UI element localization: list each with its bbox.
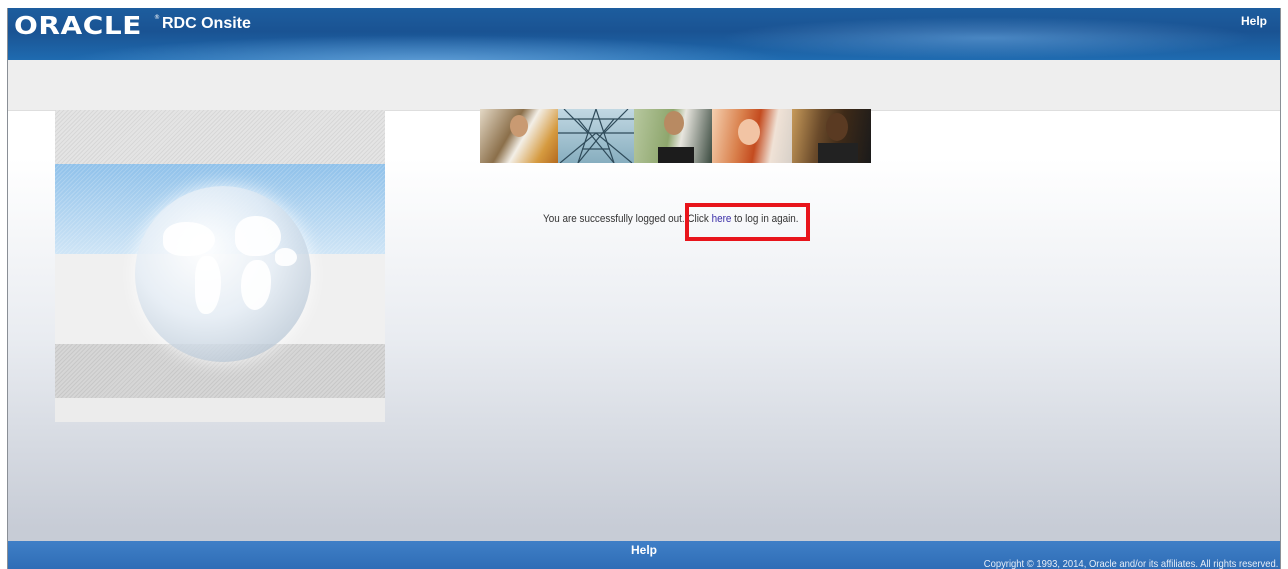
globe-panel	[55, 110, 385, 422]
photo-man-at-computer	[634, 109, 712, 163]
photo-man-suit	[792, 109, 871, 163]
photo-strip	[480, 109, 871, 163]
product-name: RDC Onsite	[162, 15, 251, 32]
photo-businessman	[480, 109, 558, 163]
header-bar: ORACLE ® RDC Onsite Help	[8, 8, 1280, 60]
photo-transmission-tower	[558, 109, 634, 163]
copyright-notice: Copyright © 1993, 2014, Oracle and/or it…	[983, 558, 1278, 569]
header-help-link[interactable]: Help	[1241, 14, 1267, 28]
footer-bar: Help Copyright © 1993, 2014, Oracle and/…	[8, 541, 1280, 569]
photo-woman-headset	[712, 109, 792, 163]
globe-graphic-icon	[135, 186, 311, 362]
stripe-band-bottom	[55, 398, 385, 422]
oracle-logo: ORACLE	[14, 11, 142, 40]
highlight-annotation	[685, 203, 810, 241]
registered-mark: ®	[154, 14, 160, 21]
toolbar-band	[8, 60, 1280, 111]
stripe-band-top	[55, 110, 385, 164]
footer-help-link[interactable]: Help	[8, 543, 1280, 557]
app-window: ORACLE ® RDC Onsite Help You are success…	[7, 8, 1281, 569]
